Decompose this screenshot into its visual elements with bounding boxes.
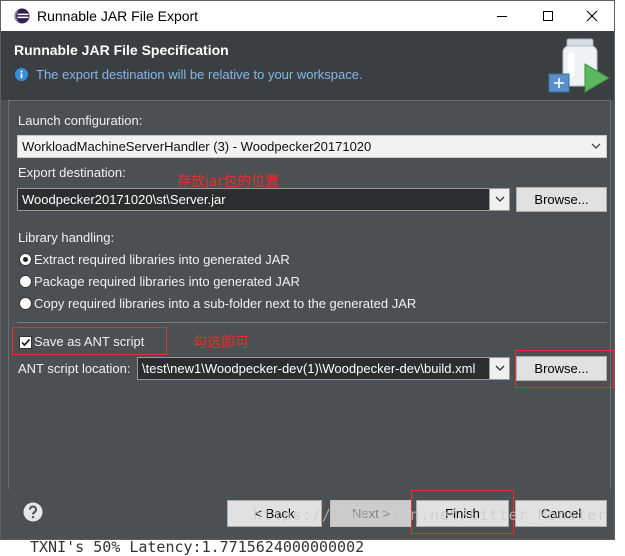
chevron-down-icon [495,365,504,371]
cancel-button[interactable]: Cancel [515,500,607,527]
library-option-label: Package required libraries into generate… [34,274,300,289]
export-destination-label: Export destination: [18,165,126,180]
export-browse-button[interactable]: Browse... [516,187,607,212]
annotation-ant-note: 勾选即可 [193,335,249,351]
window-title: Runnable JAR File Export [37,8,199,24]
background-console-text: TXNI's 50% Latency:1.7715624000000002 [30,538,365,556]
help-icon[interactable] [23,502,43,522]
export-destination-input[interactable]: Woodpecker20171020\st\Server.jar [17,188,510,211]
launch-configuration-label: Launch configuration: [18,113,143,128]
annotation-box-finish [411,490,514,534]
library-handling-label: Library handling: [18,230,115,245]
ant-script-location-input[interactable]: \test\new1\Woodpecker-dev(1)\Woodpecker-… [137,357,510,380]
page-title: Runnable JAR File Specification [14,42,229,58]
library-option-copy[interactable]: Copy required libraries into a sub-folde… [18,295,518,313]
maximize-icon [543,11,553,21]
library-option-label: Extract required libraries into generate… [34,252,290,267]
radio-package[interactable] [19,275,32,288]
chevron-down-icon [591,143,601,149]
title-bar[interactable]: Runnable JAR File Export [1,1,614,31]
export-destination-dropdown-button[interactable] [489,189,509,210]
radio-copy[interactable] [19,297,32,310]
annotation-box-ant-browse [515,350,614,388]
radio-extract[interactable] [19,253,32,266]
minimize-button[interactable] [480,1,524,31]
export-destination-value: Woodpecker20171020\st\Server.jar [22,192,226,207]
library-option-label: Copy required libraries into a sub-folde… [34,296,417,311]
page-message: The export destination will be relative … [36,67,363,82]
wizard-header: Runnable JAR File Specification The expo… [1,31,614,100]
library-option-extract[interactable]: Extract required libraries into generate… [18,251,518,269]
eclipse-icon [14,8,30,24]
annotation-box-save-ant [12,327,167,355]
runnable-jar-export-dialog: Runnable JAR File Export Runnable JAR Fi… [0,0,615,540]
ant-script-location-label: ANT script location: [18,361,131,376]
close-icon [586,10,598,22]
chevron-down-icon [495,196,504,202]
close-button[interactable] [570,1,614,31]
ant-script-location-dropdown-button[interactable] [489,358,509,379]
section-divider [17,322,607,323]
info-icon [15,68,28,81]
jar-export-icon [543,36,611,96]
launch-configuration-combo[interactable]: WorkloadMachineServerHandler (3) - Woodp… [17,135,607,158]
next-button[interactable]: Next > [330,500,412,527]
ant-script-location-value: \test\new1\Woodpecker-dev(1)\Woodpecker-… [142,361,476,376]
minimize-icon [497,16,507,17]
maximize-button[interactable] [526,1,570,31]
back-button[interactable]: < Back [227,500,322,527]
library-option-package[interactable]: Package required libraries into generate… [18,273,518,291]
launch-configuration-value: WorkloadMachineServerHandler (3) - Woodp… [22,139,372,154]
